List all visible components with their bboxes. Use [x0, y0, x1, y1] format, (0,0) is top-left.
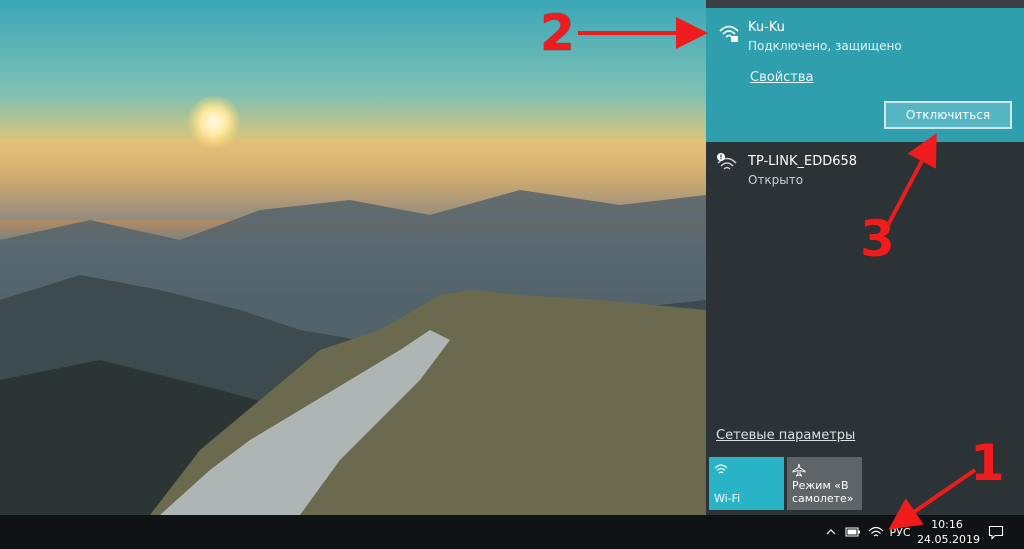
annotation-number-2: 2: [540, 4, 575, 62]
annotation-number-3: 3: [860, 210, 895, 268]
annotation-arrows: [578, 17, 977, 530]
arrow-1: [888, 468, 977, 530]
annotation-number-1: 1: [970, 434, 1005, 492]
